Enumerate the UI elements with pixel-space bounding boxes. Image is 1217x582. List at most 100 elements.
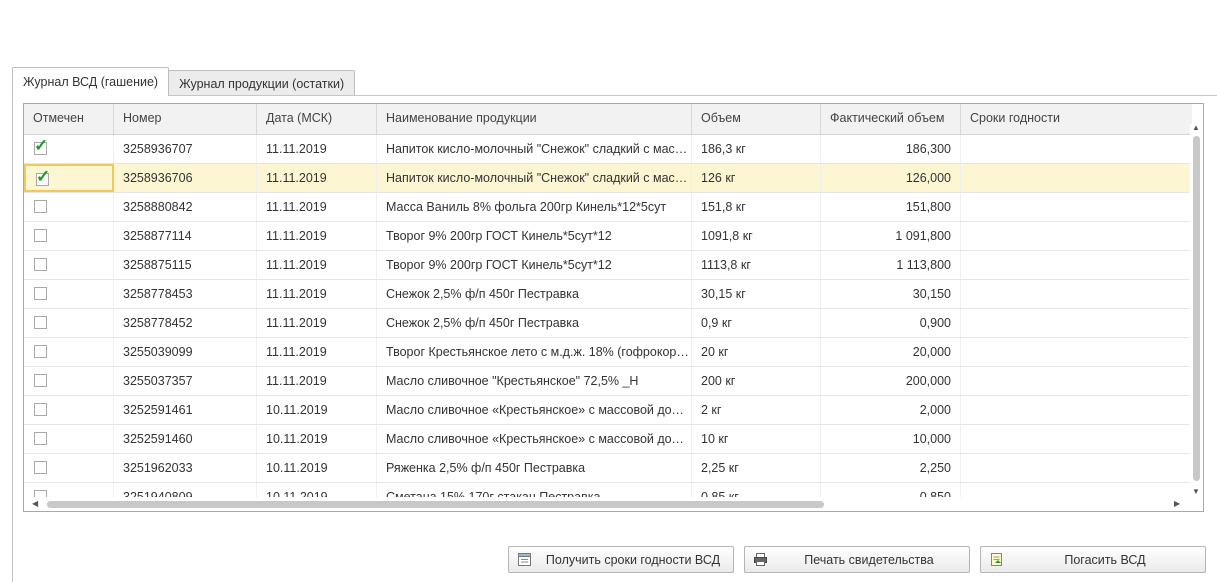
- cell-date: 11.11.2019: [257, 309, 377, 337]
- tab-product-journal[interactable]: Журнал продукции (остатки): [168, 70, 356, 96]
- cell-marked[interactable]: [24, 309, 114, 337]
- cell-marked[interactable]: ✓: [24, 135, 114, 163]
- cell-number: 3258880842: [114, 193, 257, 221]
- table-row[interactable]: ✓ 3258936706 11.11.2019 Напиток кисло-молоч…: [24, 164, 1192, 193]
- table-row[interactable]: 3255039099 11.11.2019 Творог Крестьянское …: [24, 338, 1192, 367]
- table-row[interactable]: 3258778452 11.11.2019 Снежок 2,5% ф/п 450г…: [24, 309, 1192, 338]
- cell-marked[interactable]: [24, 280, 114, 308]
- cell-marked[interactable]: [24, 222, 114, 250]
- cell-expiry: [961, 222, 1192, 250]
- table-row[interactable]: 3258875115 11.11.2019 Творог 9% 200гр ГОСТ…: [24, 251, 1192, 280]
- row-checkbox[interactable]: [34, 258, 47, 271]
- row-checkbox[interactable]: [34, 374, 47, 387]
- cell-actual-volume: 20,000: [821, 338, 961, 366]
- table-row[interactable]: 3252591461 10.11.2019 Масло сливочное «Кре…: [24, 396, 1192, 425]
- cell-date: 10.11.2019: [257, 425, 377, 453]
- get-expiry-button[interactable]: Получить сроки годности ВСД: [508, 546, 734, 573]
- table-header: Отмечен Номер Дата (МСК) Наименование пр…: [24, 104, 1192, 135]
- vertical-scroll-thumb[interactable]: [1193, 136, 1200, 481]
- cell-number: 3258877114: [114, 222, 257, 250]
- cell-number: 3255037357: [114, 367, 257, 395]
- cell-date: 11.11.2019: [257, 338, 377, 366]
- column-header-actual-volume[interactable]: Фактический объем: [821, 104, 961, 134]
- cell-product-name: Напиток кисло-молочный "Снежок" сладкий …: [377, 164, 692, 192]
- cell-number: 3255039099: [114, 338, 257, 366]
- cell-product-name: Масло сливочное «Крестьянское» с массово…: [377, 396, 692, 424]
- print-certificate-button[interactable]: Печать свидетельства: [744, 546, 970, 573]
- table-row[interactable]: 3252591460 10.11.2019 Масло сливочное «Кре…: [24, 425, 1192, 454]
- cell-date: 11.11.2019: [257, 193, 377, 221]
- scroll-right-icon[interactable]: ▶: [1174, 500, 1180, 508]
- cell-number: 3252591460: [114, 425, 257, 453]
- row-checkbox[interactable]: [34, 403, 47, 416]
- cell-actual-volume: 200,000: [821, 367, 961, 395]
- cell-marked[interactable]: [24, 193, 114, 221]
- cell-expiry: [961, 135, 1192, 163]
- column-header-marked[interactable]: Отмечен: [24, 104, 114, 134]
- cell-volume: 2 кг: [692, 396, 821, 424]
- cell-volume: 126 кг: [692, 164, 821, 192]
- row-checkbox[interactable]: [34, 345, 47, 358]
- cell-date: 11.11.2019: [257, 164, 377, 192]
- table-row[interactable]: 3258778453 11.11.2019 Снежок 2,5% ф/п 450г…: [24, 280, 1192, 309]
- table-row[interactable]: ✓ 3258936707 11.11.2019 Напиток кисло-молоч…: [24, 135, 1192, 164]
- column-header-product-name[interactable]: Наименование продукции: [377, 104, 692, 134]
- vertical-scrollbar[interactable]: ▲ ▼: [1190, 124, 1203, 496]
- cell-marked[interactable]: [24, 251, 114, 279]
- horizontal-scroll-thumb[interactable]: [47, 501, 824, 508]
- table-row[interactable]: 3258880842 11.11.2019 Масса Ваниль 8% фоль…: [24, 193, 1192, 222]
- cell-number: 3252591461: [114, 396, 257, 424]
- cell-number: 3258778453: [114, 280, 257, 308]
- scroll-down-icon[interactable]: ▼: [1192, 488, 1200, 496]
- cell-actual-volume: 10,000: [821, 425, 961, 453]
- table-row[interactable]: 3258877114 11.11.2019 Творог 9% 200гр ГОСТ…: [24, 222, 1192, 251]
- cell-volume: 151,8 кг: [692, 193, 821, 221]
- column-header-volume[interactable]: Объем: [692, 104, 821, 134]
- cell-volume: 1091,8 кг: [692, 222, 821, 250]
- cell-volume: 200 кг: [692, 367, 821, 395]
- cell-expiry: [961, 367, 1192, 395]
- form-icon: [518, 553, 531, 566]
- cell-marked[interactable]: [24, 454, 114, 482]
- table-body: ✓ 3258936707 11.11.2019 Напиток кисло-молоч…: [24, 135, 1192, 499]
- cell-marked[interactable]: [24, 367, 114, 395]
- table-row[interactable]: 3251962033 10.11.2019 Ряженка 2,5% ф/п 450…: [24, 454, 1192, 483]
- row-checkbox[interactable]: [34, 432, 47, 445]
- vsd-table[interactable]: Отмечен Номер Дата (МСК) Наименование пр…: [23, 103, 1204, 512]
- scroll-left-icon[interactable]: ◀: [32, 500, 38, 508]
- row-checkbox[interactable]: ✓: [36, 168, 50, 186]
- cell-actual-volume: 2,000: [821, 396, 961, 424]
- cell-volume: 10 кг: [692, 425, 821, 453]
- cell-expiry: [961, 338, 1192, 366]
- cell-product-name: Напиток кисло-молочный "Снежок" сладкий …: [377, 135, 692, 163]
- cell-marked[interactable]: [24, 338, 114, 366]
- row-checkbox[interactable]: ✓: [34, 137, 48, 155]
- redeem-document-icon: [991, 553, 1002, 566]
- row-checkbox[interactable]: [34, 229, 47, 242]
- row-checkbox[interactable]: [34, 316, 47, 329]
- print-certificate-button-label: Печать свидетельства: [804, 552, 934, 567]
- cell-product-name: Творог 9% 200гр ГОСТ Кинель*5сут*12: [377, 251, 692, 279]
- cell-product-name: Творог 9% 200гр ГОСТ Кинель*5сут*12: [377, 222, 692, 250]
- cell-number: 3258875115: [114, 251, 257, 279]
- table-row[interactable]: 3255037357 11.11.2019 Масло сливочное "Кре…: [24, 367, 1192, 396]
- row-checkbox[interactable]: [34, 287, 47, 300]
- row-checkbox[interactable]: [34, 461, 47, 474]
- column-header-expiry[interactable]: Сроки годности: [961, 104, 1192, 134]
- scroll-up-icon[interactable]: ▲: [1192, 124, 1200, 132]
- redeem-vsd-button[interactable]: Погасить ВСД: [980, 546, 1206, 573]
- cell-product-name: Творог Крестьянское лето с м.д.ж. 18% (г…: [377, 338, 692, 366]
- column-header-date[interactable]: Дата (МСК): [257, 104, 377, 134]
- row-checkbox[interactable]: [34, 200, 47, 213]
- cell-number: 3251962033: [114, 454, 257, 482]
- tab-vsd-journal[interactable]: Журнал ВСД (гашение): [12, 67, 170, 96]
- cell-actual-volume: 186,300: [821, 135, 961, 163]
- cell-date: 11.11.2019: [257, 280, 377, 308]
- checkmark-icon: ✓: [34, 136, 49, 155]
- cell-marked[interactable]: [24, 396, 114, 424]
- cell-marked[interactable]: [24, 425, 114, 453]
- cell-marked[interactable]: ✓: [24, 164, 114, 192]
- horizontal-scrollbar[interactable]: ◀ ▶: [24, 497, 1203, 511]
- column-header-number[interactable]: Номер: [114, 104, 257, 134]
- cell-product-name: Снежок 2,5% ф/п 450г Пестравка: [377, 280, 692, 308]
